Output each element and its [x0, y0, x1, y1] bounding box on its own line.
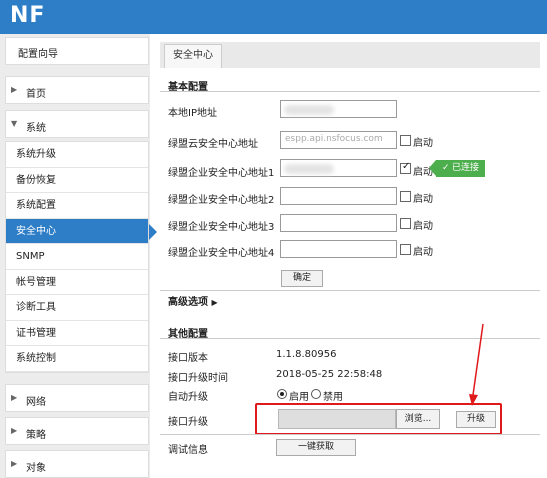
annotation-arrow-line: [472, 323, 484, 396]
annotation-arrow-head: [469, 394, 478, 406]
annotation-arrow: [469, 323, 484, 406]
